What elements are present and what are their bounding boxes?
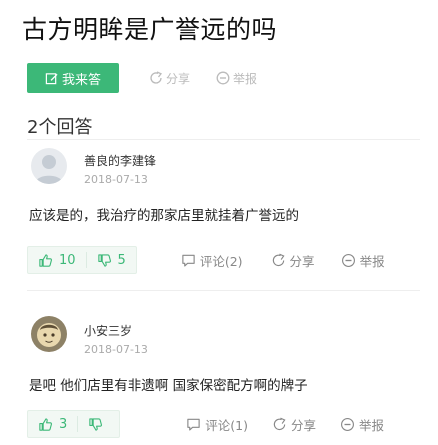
comment-icon xyxy=(187,418,200,430)
answer-author[interactable]: 小安三岁 xyxy=(84,322,132,339)
report-question-label: 举报 xyxy=(233,71,258,86)
edit-icon xyxy=(45,72,58,84)
report-icon xyxy=(341,253,355,267)
answer-text: 是吧 他们店里有非遗啊 国家保密配方啊的牌子 xyxy=(29,378,308,394)
comment-icon xyxy=(182,254,195,266)
report-question-button[interactable]: 举报 xyxy=(216,70,257,87)
like-button[interactable]: 10 xyxy=(28,247,86,273)
comment-button[interactable]: 评论(1) xyxy=(186,415,248,434)
report-icon xyxy=(216,71,230,85)
answer-footer: 10 5 评论(2) 分享 举报 xyxy=(27,246,420,274)
comment-label: 评论(1) xyxy=(205,417,248,433)
thumbs-up-icon xyxy=(39,417,53,431)
answer-text: 应该是的，我治疗的那家店里就挂着广誉远的 xyxy=(29,208,299,224)
report-icon xyxy=(341,417,354,431)
dislike-button[interactable]: 5 xyxy=(87,247,136,273)
answer-button-label: 我来答 xyxy=(61,72,101,88)
comment-button[interactable]: 评论(2) xyxy=(181,251,243,270)
report-answer-label: 举报 xyxy=(359,253,385,269)
question-action-bar: 我来答 分享 举报 xyxy=(27,63,257,93)
answer-author[interactable]: 善良的李建锋 xyxy=(84,152,156,169)
section-divider xyxy=(27,139,420,140)
answer-footer: 3 评论(1) 分享 举报 xyxy=(27,410,420,438)
answer-divider xyxy=(27,290,420,291)
like-count: 3 xyxy=(59,416,68,432)
user-avatar-icon xyxy=(31,316,67,352)
share-question-button[interactable]: 分享 xyxy=(149,70,190,87)
user-avatar-icon xyxy=(31,148,67,184)
share-answer-label: 分享 xyxy=(289,253,315,269)
share-icon xyxy=(273,417,286,430)
answer-date: 2018-07-13 xyxy=(84,173,148,186)
dislike-button[interactable] xyxy=(78,411,119,437)
report-answer-button[interactable]: 举报 xyxy=(341,251,385,270)
report-answer-button[interactable]: 举报 xyxy=(340,415,384,434)
answer-item-1: 善良的李建锋 2018-07-13 应该是的，我治疗的那家店里就挂着广誉远的 1… xyxy=(27,146,420,291)
question-title: 古方明眸是广誉远的吗 xyxy=(22,15,278,44)
like-count: 10 xyxy=(59,252,76,268)
answer-date: 2018-07-13 xyxy=(84,343,148,356)
answers-count: 2个回答 xyxy=(27,117,93,138)
avatar[interactable] xyxy=(31,148,67,184)
share-answer-button[interactable]: 分享 xyxy=(271,251,315,270)
share-icon xyxy=(150,71,163,84)
thumbs-up-icon xyxy=(39,253,53,267)
avatar[interactable] xyxy=(31,316,67,352)
answer-item-2: 小安三岁 2018-07-13 是吧 他们店里有非遗啊 国家保密配方啊的牌子 3… xyxy=(27,312,420,442)
thumbs-down-icon xyxy=(97,253,111,267)
thumbs-down-icon xyxy=(89,417,103,431)
like-button[interactable]: 3 xyxy=(28,411,77,437)
comment-label: 评论(2) xyxy=(199,253,243,269)
share-answer-button[interactable]: 分享 xyxy=(272,415,316,434)
vote-group: 10 5 xyxy=(27,246,137,274)
share-icon xyxy=(272,253,285,266)
dislike-count: 5 xyxy=(117,252,126,268)
share-question-label: 分享 xyxy=(166,71,191,86)
vote-group: 3 xyxy=(27,410,121,438)
answer-button[interactable]: 我来答 xyxy=(27,63,119,93)
share-answer-label: 分享 xyxy=(291,417,317,433)
report-answer-label: 举报 xyxy=(359,417,385,433)
